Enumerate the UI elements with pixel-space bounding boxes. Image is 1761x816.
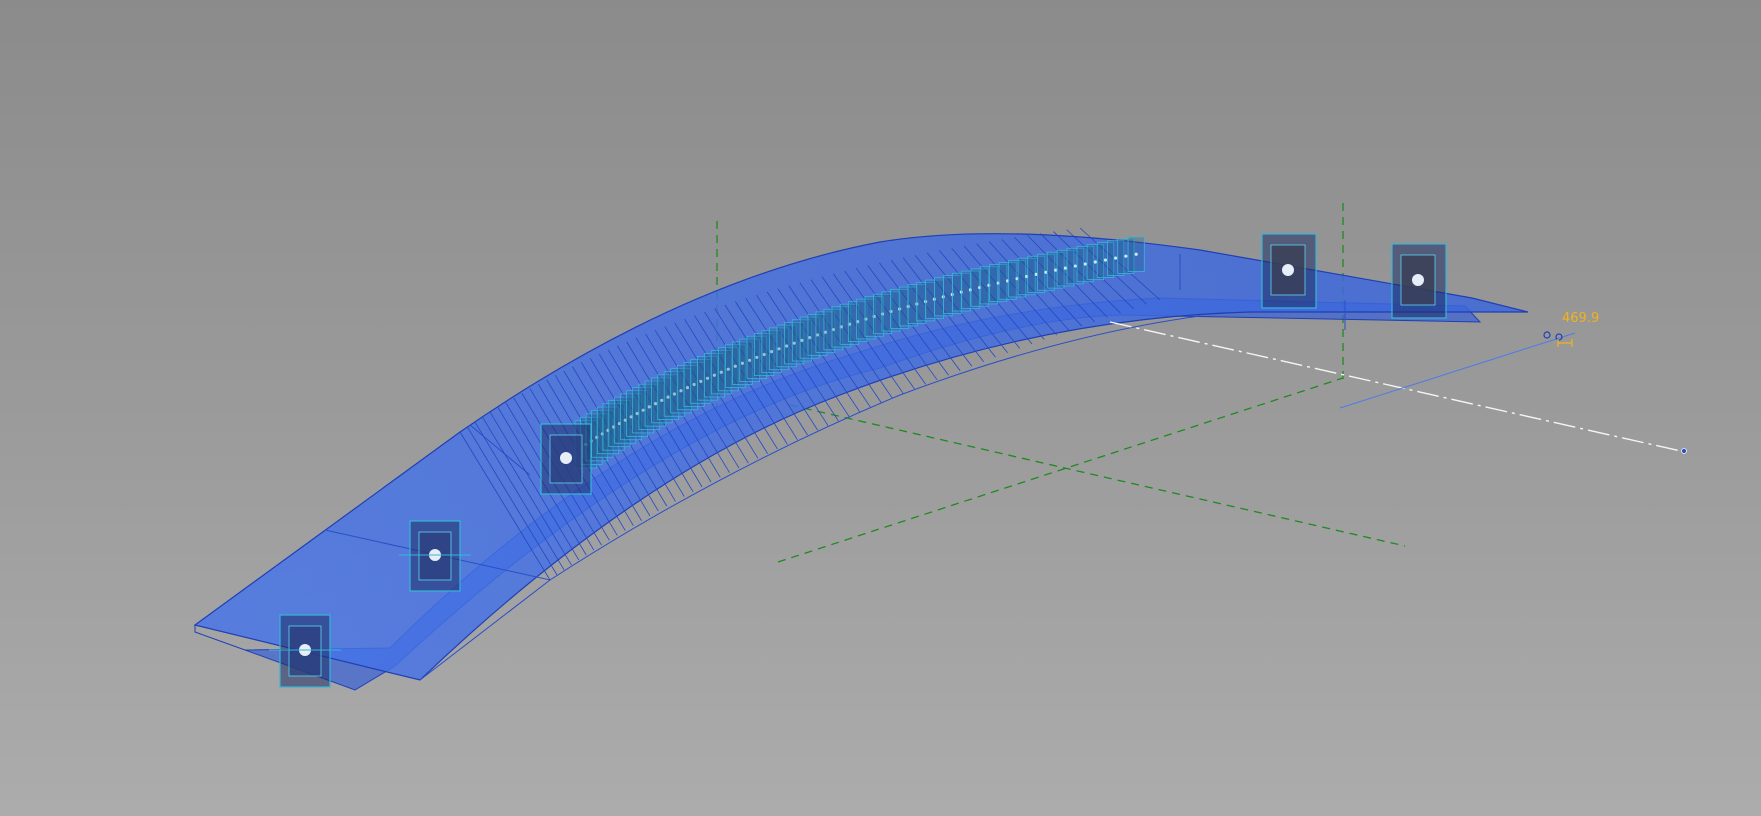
section-frame-node <box>1103 258 1108 262</box>
section-marker-2[interactable] <box>399 520 471 592</box>
section-node-icon <box>1282 264 1294 276</box>
section-marker-4[interactable] <box>1261 233 1317 309</box>
offset-line[interactable] <box>1339 332 1576 409</box>
dimension-annotation[interactable]: 469.9 <box>1557 311 1599 347</box>
section-frame-node <box>1093 260 1097 264</box>
dimension-value[interactable]: 469.9 <box>1562 311 1599 326</box>
section-frame-node <box>1063 266 1068 270</box>
section-frame-node <box>1124 254 1128 258</box>
grid-line-diagonal-a[interactable] <box>777 377 1344 563</box>
alignment-centerline[interactable] <box>1109 321 1686 453</box>
section-node-icon <box>560 452 572 464</box>
3d-viewport[interactable]: 469.9 <box>0 0 1761 816</box>
section-marker-3[interactable] <box>540 423 592 495</box>
section-marker-5[interactable] <box>1391 243 1447 319</box>
section-node-icon <box>1412 274 1424 286</box>
centerline-end-grip[interactable] <box>1681 448 1687 454</box>
section-marker-1[interactable] <box>269 614 341 688</box>
section-frame-node <box>1134 252 1138 256</box>
grid-line-diagonal-b[interactable] <box>789 404 1406 547</box>
bridge-deck[interactable] <box>193 227 1529 691</box>
offset-grip-1[interactable] <box>1543 331 1551 339</box>
section-frame-node <box>1073 264 1077 268</box>
model-view-canvas[interactable]: 469.9 <box>0 0 1761 816</box>
section-frame-node <box>1083 262 1087 266</box>
section-frame-node <box>1114 256 1118 260</box>
